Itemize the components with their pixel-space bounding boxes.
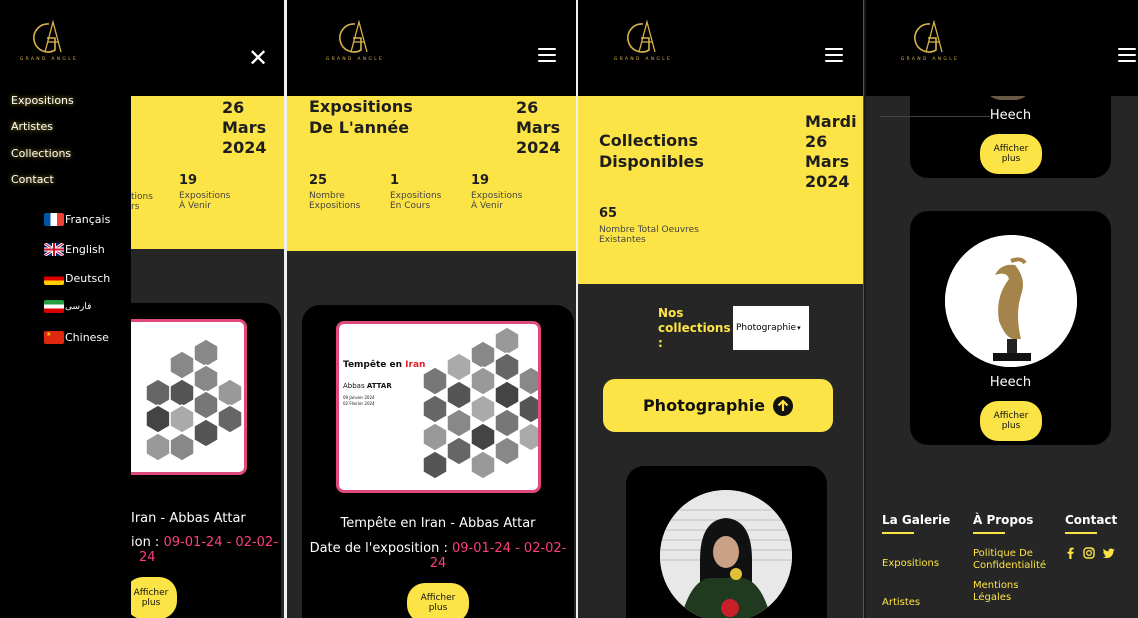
side-menu: GRAND ANGLE Expositions Artistes Collect… [0,0,131,618]
collection-select-label: Nos collections: [658,306,731,350]
artwork-name: Heech [989,375,1032,390]
france-flag-icon [44,213,64,226]
panel-collections: GRAND ANGLE Collections Disponibles Mardi… [578,0,864,618]
show-more-button[interactable]: Afficher plus [980,134,1042,174]
footer-link-privacy[interactable]: Politique De Confidentialité [973,548,1046,572]
exhibition-poster [123,319,247,475]
stat-label-partial: tions rs [131,192,153,212]
stat-current-label: Expositions En Cours [390,191,442,211]
lang-english[interactable]: English [44,243,105,256]
social-links [1065,547,1115,559]
exhibition-dates: ion : 09-01-24 - 02-02- 24 [131,535,278,565]
header-bar: GRAND ANGLE [287,0,576,96]
logo-subtitle: GRAND ANGLE [900,57,960,62]
stat-upcoming-count: 19 [179,173,198,188]
exhibitions-summary: Expositions De L'année 26 Mars 2024 25 Nomb… [287,96,576,251]
germany-flag-icon [44,272,64,285]
footer-heading-contact: Contact [1065,513,1118,527]
footer-underline [973,532,1005,534]
logo-icon [914,21,943,53]
iran-flag-icon [44,300,64,313]
footer-heading-gallery: La Galerie [882,513,951,527]
artwork-image [945,235,1077,367]
exhibition-card[interactable]: Iran - Abbas Attar ion : 09-01-24 - 02-0… [123,303,281,618]
show-more-button[interactable]: Afficher plus [125,577,177,618]
footer-link-expositions[interactable]: Expositions [882,558,939,570]
hamburger-menu-icon[interactable] [1118,48,1136,62]
stat-total-count: 25 [309,173,328,188]
header-bar: GRAND ANGLE [866,0,1138,96]
artwork-image [660,490,792,618]
instagram-icon[interactable] [1083,547,1095,559]
lang-chinese[interactable]: ★ Chinese [44,331,109,344]
logo-subtitle: GRAND ANGLE [19,57,79,62]
hamburger-menu-icon[interactable] [538,48,556,62]
show-more-button[interactable]: Afficher plus [980,401,1042,441]
poster-dates: 09 Janvier 2024 02 Février 2024 [343,395,375,406]
menu-link-contact[interactable]: Contact [11,173,54,186]
panel-expositions: GRAND ANGLE Expositions De L'année 26 Mars… [287,0,576,618]
exhibition-caption: Iran - Abbas Attar [131,511,246,526]
stat-current-count: 1 [390,173,400,188]
footer-underline [882,532,914,534]
logo-subtitle: GRAND ANGLE [325,57,385,62]
category-button[interactable]: Photographie [603,379,833,432]
artwork-name: Heech [989,108,1032,123]
stat-upcoming-label: Expositions À Venir [471,191,523,211]
collections-title: Collections Disponibles [599,131,704,171]
lang-german[interactable]: Deutsch [44,272,110,285]
summary-date: 26 Mars 2024 [222,98,267,157]
stat-upcoming-label: Expositions À Venir [179,191,231,211]
brand-logo[interactable]: GRAND ANGLE [895,20,965,62]
footer-link-legal[interactable]: Mentions Légales [973,580,1018,604]
lang-french[interactable]: Français [44,213,110,226]
logo-icon [33,21,62,53]
exhibition-dates: Date de l'exposition : 09-01-24 - 02-02-… [309,541,567,571]
total-artworks-label: Nombre Total Oeuvres Existantes [599,225,699,245]
close-icon[interactable]: ✕ [248,44,268,72]
menu-link-expositions[interactable]: Expositions [11,94,74,107]
brand-logo[interactable]: GRAND ANGLE [608,20,678,62]
facebook-icon[interactable] [1065,547,1075,559]
logo-icon [627,21,656,53]
hamburger-menu-icon[interactable] [825,48,843,62]
lang-persian[interactable]: فارسی [44,300,91,313]
twitter-icon[interactable] [1103,547,1115,559]
exhibition-card[interactable]: Tempête en Iran Abbas ATTAR 09 Janvier 2… [302,305,574,618]
summary-date: Mardi 26 Mars 2024 [805,112,857,191]
exhibition-caption: Tempête en Iran - Abbas Attar [340,516,536,531]
show-more-button[interactable]: Afficher plus [407,583,469,618]
brand-logo[interactable]: GRAND ANGLE [14,20,84,62]
footer-heading-about: À Propos [973,513,1034,527]
menu-link-collections[interactable]: Collections [11,147,71,160]
brand-logo[interactable]: GRAND ANGLE [320,20,390,62]
logo-icon [339,21,368,53]
summary-date: 26 Mars 2024 [516,98,561,157]
footer-link-artistes[interactable]: Artistes [882,597,920,609]
arrow-up-circle-icon [773,395,794,416]
collection-select[interactable]: Photographie ▾ [733,306,809,350]
poster-artist: Abbas ATTAR [343,382,392,390]
china-flag-icon: ★ [44,331,64,344]
logo-subtitle: GRAND ANGLE [613,57,673,62]
footer-underline [1065,532,1097,534]
artwork-card[interactable]: Heech Afficher plus [910,211,1111,445]
panel-artworks: Heech Afficher plus GRAND ANGLE Heech Aff… [866,0,1138,618]
exhibitions-title: Expositions De L'année [309,97,413,137]
menu-link-artistes[interactable]: Artistes [11,120,53,133]
chevron-down-icon: ▾ [797,324,801,332]
collections-summary: Collections Disponibles Mardi 26 Mars 2024 6… [578,96,863,284]
stat-total-label: Nombre Expositions [309,191,361,211]
header-bar: GRAND ANGLE [578,0,863,96]
panel-menu-open: ✕ 26 Mars 2024 tions rs 19 Expositions À Ven… [0,0,284,618]
uk-flag-icon [44,243,64,256]
total-artworks-count: 65 [599,206,618,221]
artwork-card[interactable] [626,466,827,618]
stat-upcoming-count: 19 [471,173,490,188]
exhibition-poster: Tempête en Iran Abbas ATTAR 09 Janvier 2… [336,321,541,493]
